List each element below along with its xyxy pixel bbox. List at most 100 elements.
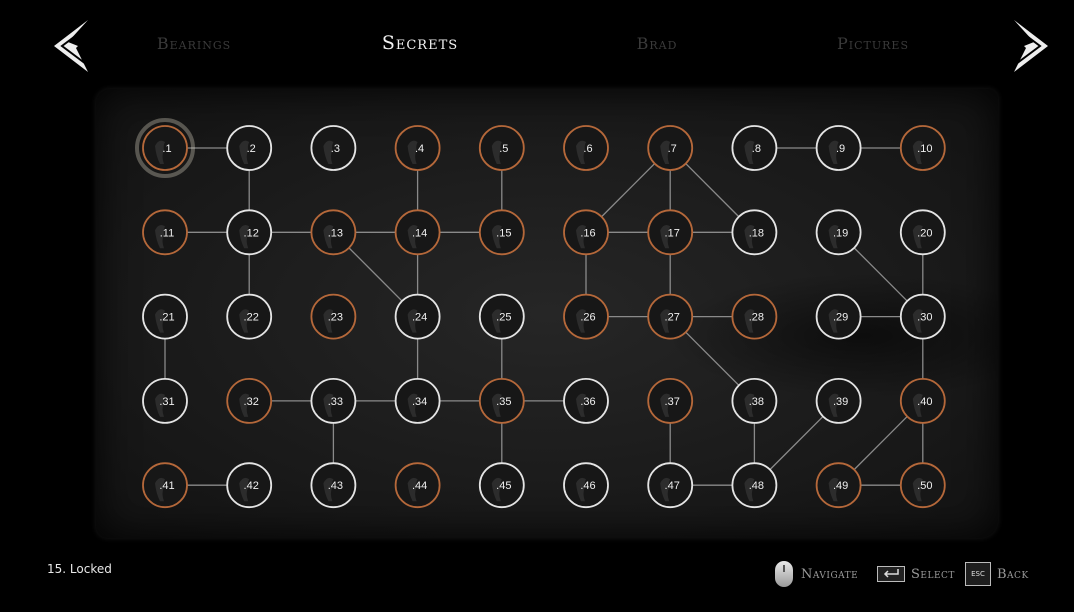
- connection-line: [685, 163, 740, 218]
- mouse-icon: [775, 561, 793, 587]
- secret-node[interactable]: .45: [478, 462, 525, 509]
- node-label: .5: [499, 143, 508, 155]
- secret-node[interactable]: .16: [563, 209, 609, 256]
- secret-node[interactable]: .48: [731, 462, 778, 509]
- node-label: .3: [331, 143, 340, 155]
- secret-node[interactable]: .31: [142, 377, 188, 424]
- node-label: .22: [244, 312, 259, 324]
- secret-node[interactable]: .1: [135, 118, 195, 178]
- node-label: .8: [752, 143, 761, 155]
- node-label: .44: [412, 480, 427, 492]
- node-label: .47: [665, 480, 680, 492]
- secret-node[interactable]: .19: [815, 209, 862, 256]
- secret-node[interactable]: .38: [731, 377, 778, 424]
- secret-node[interactable]: .24: [394, 293, 441, 340]
- secret-node[interactable]: .18: [731, 209, 778, 256]
- secret-node[interactable]: .33: [310, 377, 357, 424]
- secret-node[interactable]: .2: [226, 125, 273, 171]
- secret-node[interactable]: .7: [647, 125, 694, 171]
- secret-node[interactable]: .14: [394, 209, 441, 256]
- hint-select: Select: [877, 560, 955, 588]
- secret-node[interactable]: .49: [815, 462, 862, 509]
- secret-node[interactable]: .3: [310, 125, 357, 171]
- secret-node[interactable]: .6: [563, 125, 609, 171]
- secret-node[interactable]: .9: [815, 125, 862, 171]
- node-label: .40: [917, 396, 932, 408]
- node-label: .42: [244, 480, 259, 492]
- secret-node[interactable]: .27: [647, 293, 694, 340]
- node-label: .29: [833, 312, 848, 324]
- secret-node[interactable]: .23: [310, 293, 357, 340]
- secret-node[interactable]: .26: [563, 293, 609, 340]
- connection-line: [348, 247, 403, 302]
- secret-node[interactable]: .42: [226, 462, 273, 509]
- tab-brad[interactable]: Brad: [637, 34, 678, 53]
- secret-node[interactable]: .12: [226, 209, 273, 256]
- node-label: .37: [665, 396, 680, 408]
- node-label: .43: [328, 480, 343, 492]
- tab-bar: Bearings Secrets Brad Pictures: [0, 32, 1074, 62]
- secret-node[interactable]: .21: [142, 293, 188, 340]
- secret-node[interactable]: .25: [478, 293, 525, 340]
- secret-node[interactable]: .10: [899, 125, 946, 171]
- tab-pictures[interactable]: Pictures: [837, 34, 909, 53]
- secret-node[interactable]: .20: [899, 209, 946, 256]
- secret-node[interactable]: .34: [394, 377, 441, 424]
- esc-key-icon[interactable]: ESC: [965, 562, 991, 586]
- secret-node[interactable]: .22: [226, 293, 273, 340]
- node-label: .48: [749, 480, 764, 492]
- node-label: .46: [580, 480, 595, 492]
- secret-node[interactable]: .13: [310, 209, 357, 256]
- node-label: .4: [415, 143, 424, 155]
- node-label: .7: [668, 143, 677, 155]
- tab-bearings[interactable]: Bearings: [157, 34, 231, 53]
- secret-node[interactable]: .40: [899, 377, 946, 424]
- status-text: 15. Locked: [47, 562, 112, 576]
- node-label: .35: [496, 396, 511, 408]
- node-label: .41: [159, 480, 174, 492]
- node-label: .25: [496, 312, 511, 324]
- connection-line: [601, 163, 656, 218]
- node-label: .12: [244, 227, 259, 239]
- secret-node[interactable]: .43: [310, 462, 357, 509]
- connection-line: [853, 247, 908, 302]
- secret-node[interactable]: .32: [226, 377, 273, 424]
- node-label: .30: [917, 312, 932, 324]
- secret-node[interactable]: .8: [731, 125, 778, 171]
- node-label: .21: [159, 312, 174, 324]
- node-label: .36: [580, 396, 595, 408]
- node-label: .15: [496, 227, 511, 239]
- node-label: .39: [833, 396, 848, 408]
- secret-node[interactable]: .4: [394, 125, 441, 171]
- secret-node[interactable]: .44: [394, 462, 441, 509]
- back-label: Back: [997, 566, 1029, 582]
- connection-line: [769, 416, 824, 471]
- secret-node[interactable]: .41: [142, 462, 188, 509]
- select-label: Select: [911, 566, 955, 582]
- secret-node[interactable]: .36: [563, 377, 609, 424]
- secret-node[interactable]: .5: [478, 125, 525, 171]
- secret-node[interactable]: .35: [478, 377, 525, 424]
- node-label: .14: [412, 227, 427, 239]
- secret-node[interactable]: .47: [647, 462, 694, 509]
- node-label: .16: [580, 227, 595, 239]
- node-label: .18: [749, 227, 764, 239]
- secret-node[interactable]: .37: [647, 377, 694, 424]
- secret-node[interactable]: .15: [478, 209, 525, 256]
- node-label: .17: [665, 227, 680, 239]
- tab-secrets[interactable]: Secrets: [382, 32, 458, 54]
- secret-node[interactable]: .30: [899, 293, 946, 340]
- node-label: .38: [749, 396, 764, 408]
- node-label: .26: [580, 312, 595, 324]
- secret-node[interactable]: .28: [731, 293, 778, 340]
- secret-node[interactable]: .11: [142, 209, 188, 256]
- enter-key-icon: [877, 566, 905, 582]
- secret-node[interactable]: .50: [899, 462, 946, 509]
- secret-node[interactable]: .29: [815, 293, 862, 340]
- node-label: .49: [833, 480, 848, 492]
- secret-node[interactable]: .39: [815, 377, 862, 424]
- secret-node[interactable]: .17: [647, 209, 694, 256]
- node-label: .33: [328, 396, 343, 408]
- secret-node[interactable]: .46: [563, 462, 609, 509]
- node-label: .27: [665, 312, 680, 324]
